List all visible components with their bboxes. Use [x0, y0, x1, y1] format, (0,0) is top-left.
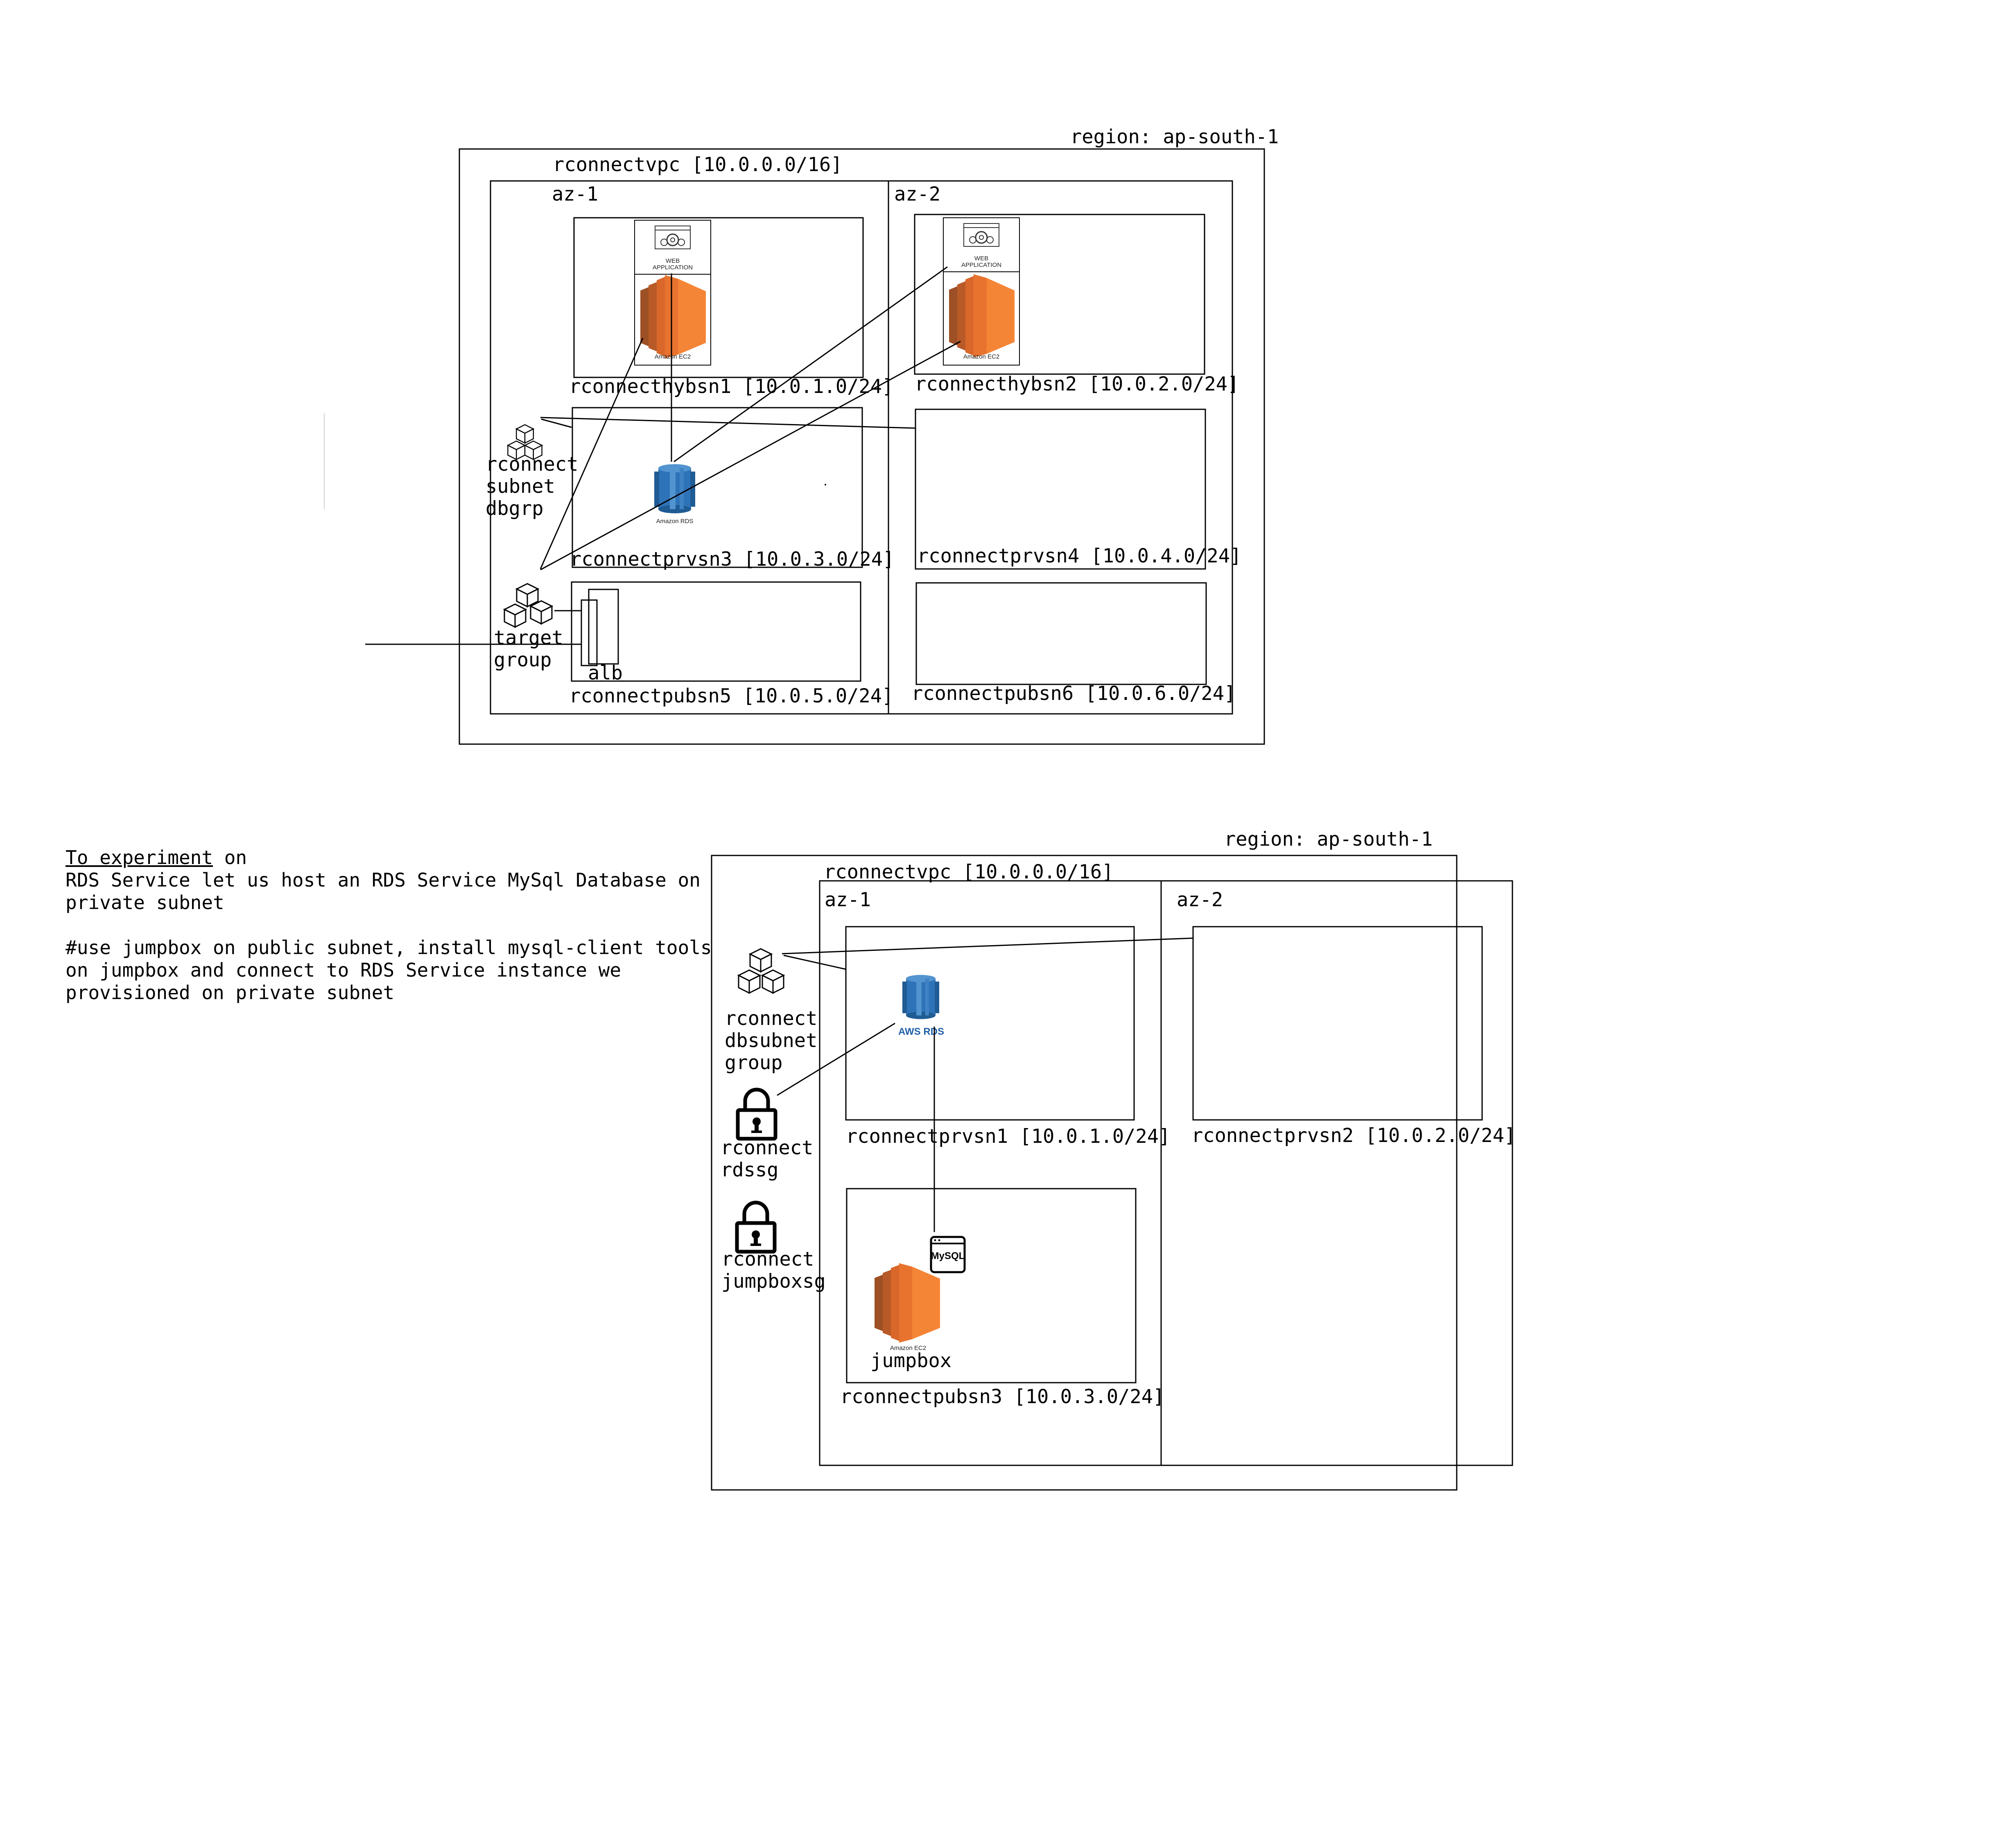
d2-link-dbgrp-prvsn2: [782, 937, 1193, 955]
d2-prvsn1-label: rconnectprvsn1 [10.0.1.0/24]: [846, 1125, 1170, 1148]
d1-az1-label: az-1: [552, 183, 598, 205]
diagram-stage: region: ap-south-1 rconnectvpc [10.0.0.0…: [0, 0, 2016, 1837]
d1-rds: Amazon RDS: [654, 464, 695, 525]
diagram1: region: ap-south-1 rconnectvpc [10.0.0.0…: [324, 126, 1279, 745]
d1-webapp1-label-1: WEB: [666, 257, 680, 264]
d2-prvsn2-label: rconnectprvsn2 [10.0.2.0/24]: [1191, 1124, 1516, 1147]
note-line-4: #use jumpbox on public subnet, install m…: [66, 937, 712, 959]
d1-alb-label: alb: [588, 662, 623, 684]
d1-vpc-box: [490, 180, 1233, 715]
d2-az2-label: az-2: [1177, 889, 1223, 911]
lock-icon: [737, 1203, 775, 1252]
architecture-canvas: region: ap-south-1 rconnectvpc [10.0.0.0…: [324, 126, 1516, 1491]
d2-dbsubnetgroup-icon: [738, 948, 784, 994]
d2-prvsn2-box: [1192, 926, 1483, 1121]
d2-pubsn3-label: rconnectpubsn3 [10.0.3.0/24]: [840, 1386, 1164, 1408]
d1-link-ec2b-rds: [674, 266, 948, 463]
d2-jumpbox-label: jumpbox: [870, 1350, 951, 1372]
d2-prvsn1-box: [845, 926, 1135, 1121]
d1-prvsn3-box: [572, 407, 863, 568]
diagram2: region: ap-south-1 rconnectvpc [10.0.0.0…: [711, 828, 1516, 1491]
d1-webapp2-label-2: APPLICATION: [961, 262, 1001, 269]
rds-icon: [902, 975, 939, 1019]
d1-dbgrp-label-1: rconnect: [486, 453, 578, 476]
d1-ec2b-label: Amazon EC2: [963, 353, 999, 360]
d2-rdssg-label-2: rdssg: [721, 1159, 778, 1181]
d1-az2-label: az-2: [894, 183, 940, 205]
d2-region-label: region: ap-south-1: [1224, 828, 1433, 851]
d1-link-dbgrp-prvsn3: [541, 418, 572, 428]
d2-mysql-label: MySQL: [931, 1250, 965, 1262]
d1-link-dbgrp-prvsn4: [540, 417, 916, 429]
d2-dbsubnetgroup-label-1: rconnect: [725, 1007, 817, 1030]
note-line-5: on jumpbox and connect to RDS Service in…: [66, 959, 622, 981]
d1-webapp2-label-1: WEB: [974, 255, 988, 262]
d1-stray-dot: [825, 484, 826, 485]
d2-rds: AWS RDS: [898, 975, 944, 1037]
d1-ec2a-label: Amazon EC2: [655, 353, 691, 360]
note-line-3: private subnet: [66, 891, 224, 914]
d2-jumpboxsg-label-1: rconnect: [721, 1248, 814, 1271]
d2-dbsubnetgroup-label-3: group: [725, 1052, 782, 1074]
d1-targetgroup-label-2: group: [494, 649, 551, 671]
d2-vpc-label: rconnectvpc [10.0.0.0/16]: [824, 861, 1113, 883]
mysql-icon: MySQL: [930, 1236, 966, 1273]
note-line-6: provisioned on private subnet: [66, 982, 395, 1004]
d1-pubsn6-box: [915, 582, 1207, 685]
d1-vpc-label: rconnectvpc [10.0.0.0/16]: [553, 153, 842, 176]
d2-rds-label: AWS RDS: [898, 1026, 944, 1037]
d2-ec2-jumpbox: [875, 1263, 940, 1343]
lock-icon: [738, 1090, 775, 1139]
d1-prvsn4-label: rconnectprvsn4 [10.0.4.0/24]: [917, 545, 1241, 567]
d1-hybsn1-box: [573, 217, 864, 378]
d2-vpc-box: [819, 880, 1513, 1466]
d1-dbgrp-label-3: dbgrp: [486, 497, 543, 520]
d1-dbgrp-label-2: subnet: [486, 475, 555, 498]
ec2-icon: [875, 1263, 940, 1343]
d1-webapp1-label-2: APPLICATION: [653, 264, 693, 271]
note-line-2: RDS Service let us host an RDS Service M…: [66, 869, 701, 891]
ec2-icon: [640, 275, 706, 359]
note-line1-rest: on: [213, 846, 247, 869]
d1-pubsn5-label: rconnectpubsn5 [10.0.5.0/24]: [569, 685, 893, 707]
d2-dbsubnetgroup-label-2: dbsubnet: [725, 1029, 817, 1052]
d1-webapp-ec2-az2: WEB APPLICATION Amazon EC2: [942, 217, 1020, 366]
d1-rds-label: Amazon RDS: [656, 518, 694, 525]
d1-targetgroup-icon: [504, 583, 553, 628]
ec2-icon: [949, 274, 1015, 358]
d1-hybsn2-label: rconnecthybsn2 [10.0.2.0/24]: [915, 373, 1239, 395]
d1-targetgroup-label-1: target: [494, 627, 563, 649]
d1-pubsn6-label: rconnectpubsn6 [10.0.6.0/24]: [911, 682, 1236, 705]
d1-region-label: region: ap-south-1: [1070, 126, 1279, 148]
d2-link-dbgrp-prvsn1: [783, 955, 846, 970]
d2-jumpboxsg-label-2: jumpboxsg: [721, 1270, 826, 1293]
note-line-1: To experiment on: [66, 846, 247, 869]
note-underlined: To experiment: [66, 846, 213, 869]
d2-rdssg-label-1: rconnect: [721, 1137, 813, 1159]
d1-prvsn3-label: rconnectprvsn3 [10.0.3.0/24]: [570, 548, 894, 571]
d1-webapp-ec2-az1: WEB APPLICATION Amazon EC2: [634, 219, 712, 366]
d2-az1-label: az-1: [825, 889, 871, 911]
